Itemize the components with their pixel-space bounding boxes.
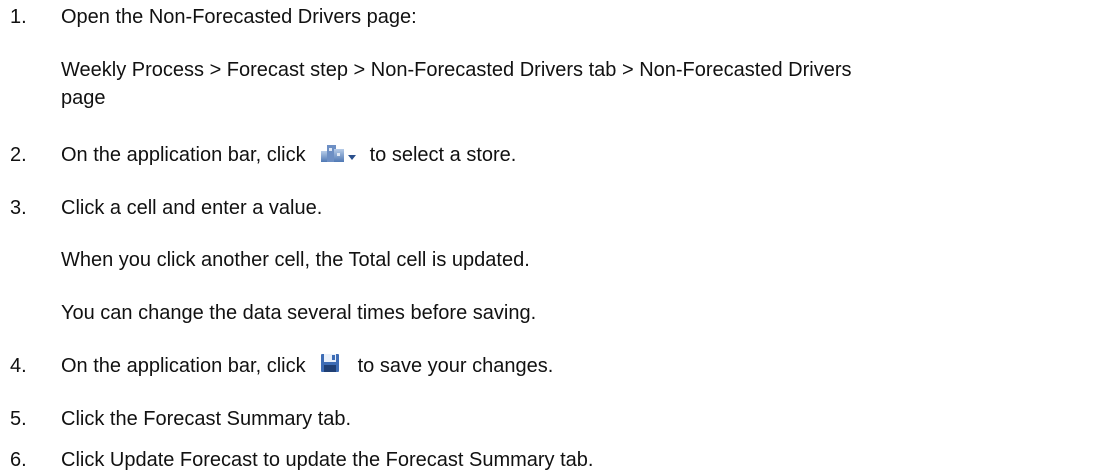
save-icon xyxy=(320,353,340,373)
step-number: 5. xyxy=(10,408,27,430)
step-text-after-icon: to select a store. xyxy=(369,144,517,166)
step-text-before-icon: On the application bar, click xyxy=(61,355,306,377)
step-note: You can change the data several times be… xyxy=(61,302,537,324)
step-note: When you click another cell, the Total c… xyxy=(61,249,530,271)
step-number: 3. xyxy=(10,197,27,219)
step-text-after-icon: to save your changes. xyxy=(357,355,554,377)
store-selector-icon xyxy=(320,142,360,164)
navigation-path-continued: page xyxy=(61,87,106,109)
step-number: 4. xyxy=(10,355,27,377)
step-text: Click Update Forecast to update the Fore… xyxy=(61,449,594,471)
navigation-path: Weekly Process > Forecast step > Non-For… xyxy=(61,59,852,81)
step-number: 1. xyxy=(10,6,27,28)
step-text-before-icon: On the application bar, click xyxy=(61,144,306,166)
step-text: Open the Non-Forecasted Drivers page: xyxy=(61,6,417,28)
step-number: 6. xyxy=(10,449,27,471)
step-text: Click the Forecast Summary tab. xyxy=(61,408,352,430)
step-text: Click a cell and enter a value. xyxy=(61,197,323,219)
step-number: 2. xyxy=(10,144,27,166)
